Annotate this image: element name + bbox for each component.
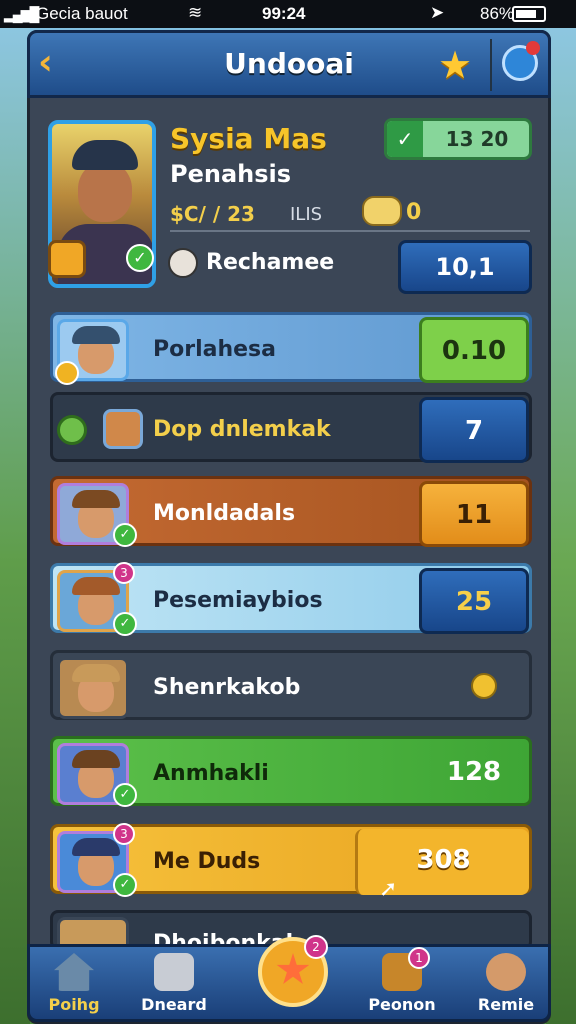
reward-value-button[interactable]: 10,1 xyxy=(398,240,532,294)
wifi-icon: ≋ xyxy=(188,3,203,22)
list-item[interactable]: Dop dnlemkak 7 xyxy=(50,392,532,463)
list-item[interactable]: ✓ Monldadals 11 xyxy=(50,476,532,547)
list-item[interactable]: Porlahesa 0.10 xyxy=(50,312,532,385)
battery-percent: 86% xyxy=(480,4,515,23)
list-item[interactable]: ✓ Anmhakli 128 xyxy=(50,736,532,807)
score-box: ✓ 13 20 xyxy=(384,118,532,160)
row-label: Shenrkakob xyxy=(153,675,301,700)
reward-avatar-icon xyxy=(168,248,198,278)
nav-map[interactable]: Dneard xyxy=(130,953,218,1019)
row-value: 128 xyxy=(446,757,502,787)
nav-label: Poihg xyxy=(48,995,100,1014)
player-stat-secondary: ILIS xyxy=(290,204,323,225)
nav-label: Peonon xyxy=(368,995,436,1014)
status-bar: ▂▄▆█ Gecia bauot ≋ 99:24 ➤ 86% xyxy=(0,0,576,28)
bottom-nav: Poihg Dneard 2 Peonon 1 Remie xyxy=(27,935,551,1022)
profile-card: ✓ Sysia Mas Penahsis $C/ / 23 ILIS 0 ✓ 1… xyxy=(44,112,534,302)
coin-icon xyxy=(362,196,402,226)
row-label: Dop dnlemkak xyxy=(153,417,331,442)
notification-badge: 3 xyxy=(113,562,135,584)
nav-label: Remie xyxy=(477,995,535,1014)
header-divider xyxy=(490,39,492,91)
nav-label: Dneard xyxy=(141,995,207,1014)
row-value: 11 xyxy=(419,481,529,547)
coin-icon xyxy=(55,361,79,385)
row-avatar-icon xyxy=(57,657,129,719)
notification-badge: 1 xyxy=(408,947,430,969)
list-item[interactable]: Shenrkakob xyxy=(50,650,532,720)
divider xyxy=(170,230,530,232)
row-label: Me Duds xyxy=(153,849,261,874)
list-item[interactable]: 3 ✓ Me Duds 308 ➚ xyxy=(50,823,532,902)
coin-icon xyxy=(471,673,497,699)
rank-badge-icon xyxy=(48,240,86,278)
row-label: Monldadals xyxy=(153,501,296,526)
header-bar: ‹ Undooai ★ xyxy=(27,30,551,98)
player-subtitle: Penahsis xyxy=(170,160,292,188)
notification-badge: 3 xyxy=(113,823,135,845)
checkmark-icon: ✓ xyxy=(113,873,137,897)
status-time: 99:24 xyxy=(262,4,306,23)
row-value: 7 xyxy=(419,397,529,463)
map-icon xyxy=(154,953,194,991)
row-value: 25 xyxy=(419,568,529,634)
list-item[interactable]: 3 ✓ Pesemiaybios 25 xyxy=(50,562,532,636)
row-avatar-icon xyxy=(103,409,143,449)
checkmark-icon: ✓ xyxy=(387,121,423,157)
nav-home[interactable]: Poihg xyxy=(30,953,118,1019)
location-icon: ➤ xyxy=(430,3,445,22)
reward-label: Rechamee xyxy=(206,250,335,275)
carrier-name: Gecia bauot xyxy=(36,4,128,23)
row-value: 0.10 xyxy=(419,317,529,383)
checkmark-icon: ✓ xyxy=(126,244,154,272)
notification-badge: 2 xyxy=(304,935,328,959)
checkmark-icon: ✓ xyxy=(113,523,137,547)
background-scenery-left xyxy=(0,0,30,1024)
checkmark-icon: ✓ xyxy=(113,783,137,807)
player-stat: $C/ / 23 xyxy=(170,202,255,226)
settings-icon[interactable] xyxy=(502,41,540,81)
star-icon[interactable]: ★ xyxy=(438,43,472,87)
player-name: Sysia Mas xyxy=(170,122,327,155)
radio-icon[interactable] xyxy=(57,415,87,445)
battery-icon xyxy=(512,6,546,22)
score-value: 13 20 xyxy=(445,127,509,151)
checkmark-icon: ✓ xyxy=(113,612,137,636)
row-label: Anmhakli xyxy=(153,761,269,786)
coin-value: 0 xyxy=(406,200,422,225)
profile-icon xyxy=(486,953,526,991)
home-icon xyxy=(54,953,94,991)
cursor-icon: ➚ xyxy=(379,877,398,902)
signal-icon: ▂▄▆█ xyxy=(4,6,39,22)
nav-chest[interactable]: Peonon xyxy=(358,953,446,1019)
nav-profile[interactable]: Remie xyxy=(462,953,550,1019)
row-label: Porlahesa xyxy=(153,337,276,362)
row-label: Pesemiaybios xyxy=(153,588,323,613)
